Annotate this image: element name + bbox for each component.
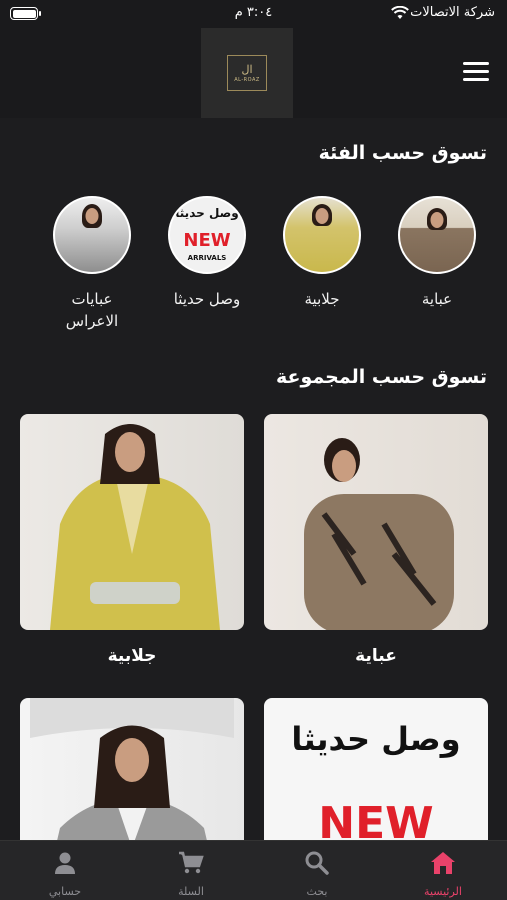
battery-icon [10,7,41,20]
category-item-jalabiya[interactable]: جلابية [277,196,367,310]
clock: ٣:٠٤ م [234,5,273,20]
category-label: عباية [421,290,453,308]
collection-card-jalabiya[interactable]: جلابية [20,414,244,666]
tab-search[interactable]: بحث [272,849,362,898]
category-item-abaya[interactable]: عباية [392,196,482,310]
collection-label: عباية [355,646,397,666]
category-label: وصل حديثا [173,290,241,308]
logo-mark: ال AL-ROAZ [227,55,267,91]
collection-label: جلابية [107,646,157,666]
wifi-icon [391,6,409,19]
hamburger-menu-icon[interactable] [463,62,489,82]
collection-card-abaya[interactable]: عباية [264,414,488,666]
category-image: وصل حديثا NEW ARRIVALS [168,196,246,274]
tab-home[interactable]: الرئيسية [398,849,488,898]
category-item-wedding-abayas[interactable]: عبايات الاعراس [47,196,137,332]
app-header: ال AL-ROAZ [0,28,507,118]
carrier-name: شركة الاتصالات [410,5,495,20]
tab-cart[interactable]: السلة [146,849,236,898]
person-icon [20,849,110,877]
category-row: عباية جلابية وصل حديثا NEW ARRIVALS وصل … [0,190,507,330]
category-label: جلابية [304,290,340,308]
collection-image [264,414,488,630]
collections-title: تسوق حسب المجموعة [276,366,487,388]
collection-image [20,414,244,630]
tab-account[interactable]: حسابي [20,849,110,898]
status-bar: شركة الاتصالات ٣:٠٤ م [0,0,507,28]
brand-logo[interactable]: ال AL-ROAZ [201,28,293,118]
category-item-new-arrivals[interactable]: وصل حديثا NEW ARRIVALS وصل حديثا [162,196,252,310]
bottom-tab-bar: الرئيسية بحث السلة حسابي [0,840,507,900]
search-icon [272,849,362,877]
cart-icon [146,849,236,877]
categories-title: تسوق حسب الفئة [318,142,487,164]
home-icon [398,849,488,877]
category-image [283,196,361,274]
category-image [398,196,476,274]
category-label: عبايات الاعراس [65,290,119,330]
category-image [53,196,131,274]
